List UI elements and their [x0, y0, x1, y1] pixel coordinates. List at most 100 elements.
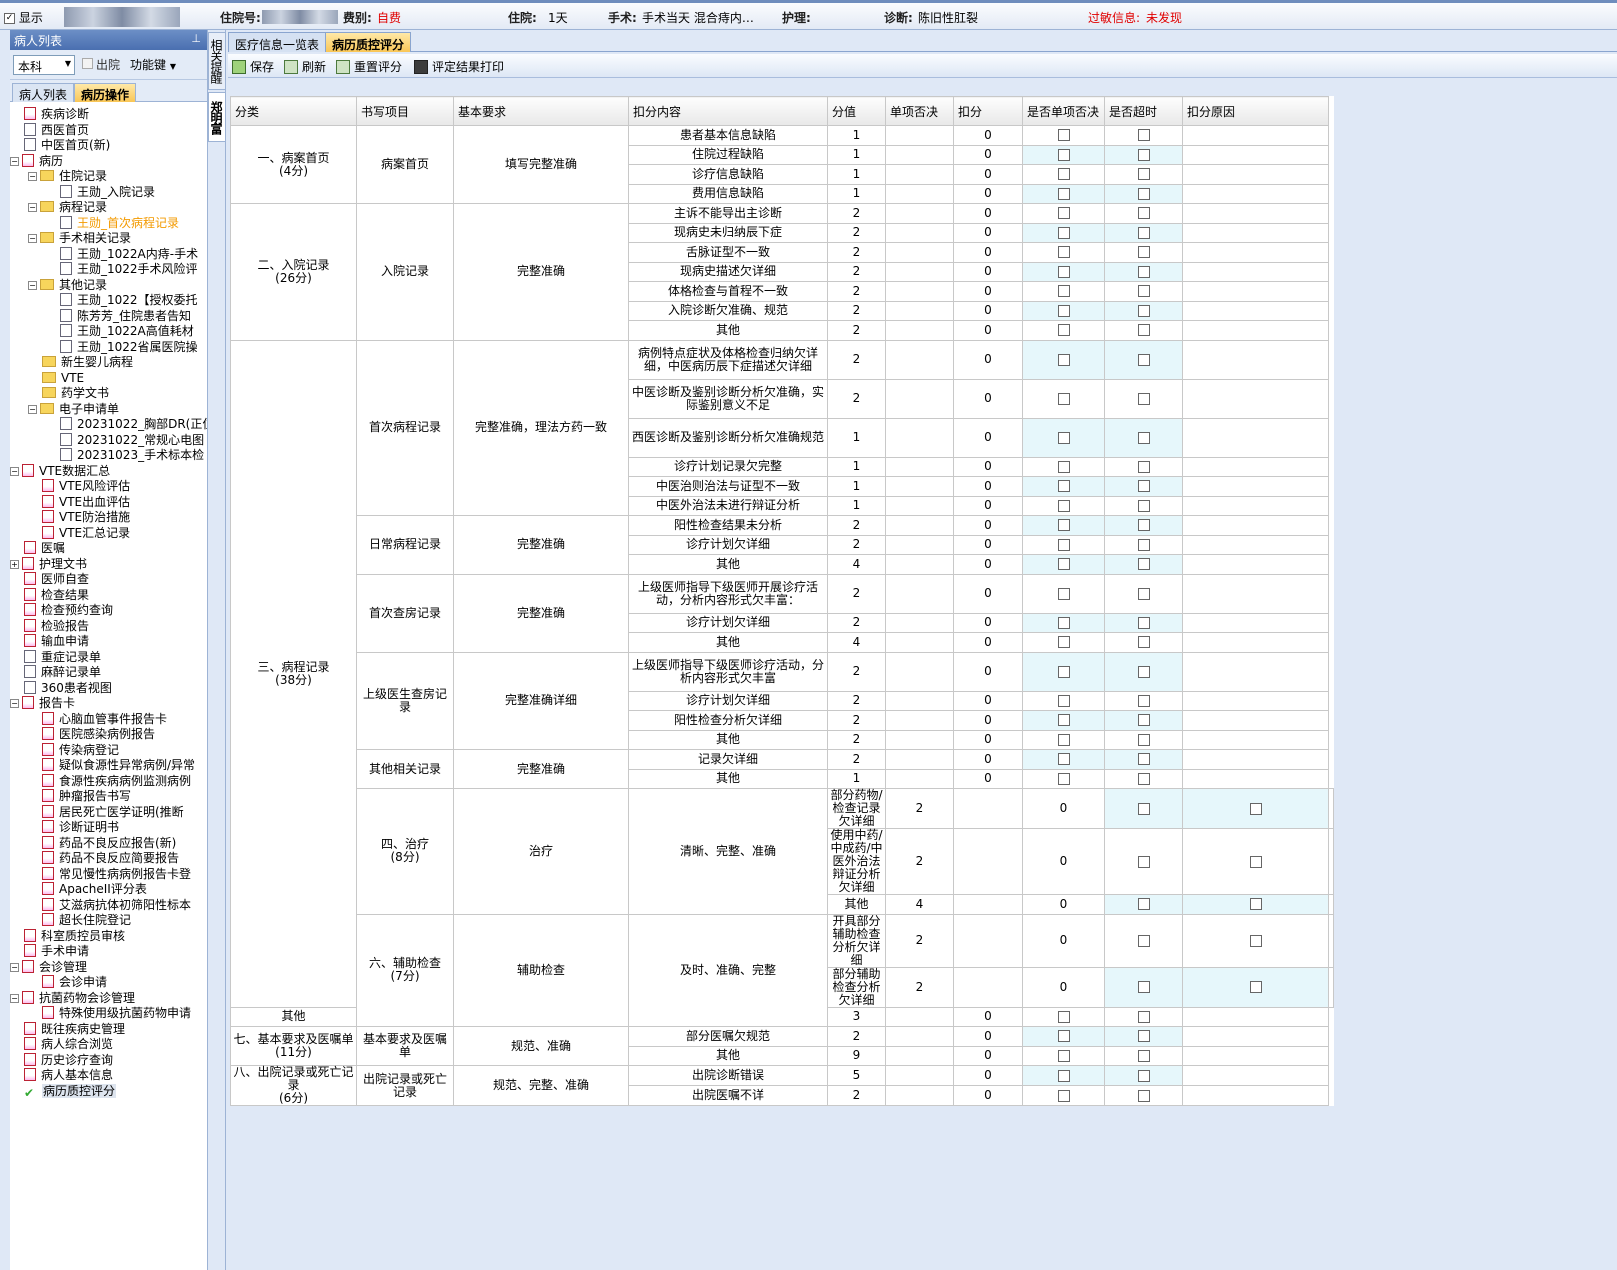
single-veto-checkbox[interactable] [1137, 802, 1150, 815]
tab-medical-info-overview[interactable]: 医疗信息一览表 [228, 32, 327, 52]
overtime-checkbox[interactable] [1137, 558, 1150, 571]
overtime-checkbox[interactable] [1249, 981, 1262, 993]
overtime-checkbox[interactable] [1137, 304, 1150, 317]
overtime-checkbox[interactable] [1137, 1010, 1150, 1023]
tree-item[interactable]: 360患者视图 [24, 680, 113, 696]
single-veto-checkbox[interactable] [1057, 304, 1070, 317]
deduct-cell[interactable]: 0 [953, 729, 1023, 750]
single-veto-cell[interactable] [885, 632, 954, 653]
single-veto-cell[interactable] [885, 1006, 954, 1027]
single-veto-checkbox[interactable] [1057, 460, 1070, 473]
deduction-reason-cell[interactable] [1182, 1006, 1329, 1027]
deduction-reason-cell[interactable] [1328, 894, 1334, 915]
deduction-reason-cell[interactable] [1182, 222, 1329, 243]
deduction-reason-cell[interactable] [1182, 515, 1329, 536]
single-veto-cell[interactable] [885, 651, 954, 692]
single-veto-checkbox[interactable] [1137, 934, 1150, 947]
collapse-icon[interactable]: − [28, 234, 37, 243]
single-veto-checkbox[interactable] [1057, 733, 1070, 746]
single-veto-checkbox[interactable] [1057, 1069, 1070, 1082]
overtime-checkbox[interactable] [1137, 1030, 1150, 1043]
tree-item[interactable]: 常见慢性病病例报告卡登 [42, 866, 192, 882]
single-veto-cell[interactable] [885, 320, 954, 341]
tree-item[interactable]: 肿瘤报告书写 [42, 788, 132, 804]
single-veto-cell[interactable] [885, 554, 954, 575]
save-button[interactable]: 保存 [232, 58, 274, 75]
single-veto-cell[interactable] [953, 966, 1023, 1008]
overtime-checkbox[interactable] [1249, 855, 1262, 868]
single-veto-cell[interactable] [885, 729, 954, 750]
collapse-icon[interactable]: − [10, 466, 19, 476]
tree-item[interactable]: 历史诊疗查询 [24, 1052, 114, 1068]
deduction-reason-cell[interactable] [1182, 554, 1329, 575]
single-veto-cell[interactable] [885, 573, 954, 614]
print-result-button[interactable]: 评定结果打印 [414, 58, 504, 75]
overtime-checkbox[interactable] [1137, 636, 1150, 649]
single-veto-cell[interactable] [885, 164, 954, 185]
deduction-reason-cell[interactable] [1182, 456, 1329, 477]
deduct-cell[interactable]: 0 [953, 203, 1023, 224]
tree-item[interactable]: 传染病登记 [42, 742, 120, 758]
overtime-checkbox[interactable] [1137, 431, 1150, 444]
deduct-cell[interactable]: 0 [953, 651, 1023, 692]
tree-item[interactable]: 检查结果 [24, 587, 90, 603]
collapse-icon[interactable]: − [28, 172, 37, 181]
single-veto-cell[interactable] [953, 788, 1023, 829]
deduction-reason-cell[interactable] [1182, 1026, 1329, 1047]
tree-item[interactable]: − 其他记录 [28, 277, 108, 293]
overtime-checkbox[interactable] [1137, 265, 1150, 278]
deduction-reason-cell[interactable] [1182, 651, 1329, 692]
deduct-cell[interactable]: 0 [953, 1065, 1023, 1086]
single-veto-checkbox[interactable] [1057, 616, 1070, 629]
single-veto-checkbox[interactable] [1057, 694, 1070, 707]
discharged-checkbox[interactable] [82, 58, 93, 69]
deduct-cell[interactable]: 0 [1022, 966, 1105, 1008]
tree-item[interactable]: 输血申请 [24, 633, 90, 649]
tree-item[interactable]: 药学文书 [42, 385, 110, 401]
overtime-checkbox[interactable] [1137, 665, 1150, 678]
single-veto-checkbox[interactable] [1057, 1010, 1070, 1023]
deduction-reason-cell[interactable] [1328, 788, 1334, 829]
tree-item[interactable]: 药品不良反应简要报告 [42, 850, 180, 866]
deduct-cell[interactable]: 0 [953, 1045, 1023, 1066]
single-veto-checkbox[interactable] [1137, 855, 1150, 868]
tree-item[interactable]: 20231022_胸部DR(正位 [60, 416, 207, 432]
deduction-reason-cell[interactable] [1182, 339, 1329, 380]
single-veto-checkbox[interactable] [1057, 1049, 1070, 1062]
tree-item[interactable]: 检验报告 [24, 618, 90, 634]
refresh-button[interactable]: 刷新 [284, 58, 326, 75]
deduct-cell[interactable]: 0 [953, 164, 1023, 185]
tree-item[interactable]: 王勋_首次病程记录 [60, 215, 180, 231]
single-veto-cell[interactable] [885, 476, 954, 497]
single-veto-checkbox[interactable] [1057, 1030, 1070, 1043]
tab-patient-list[interactable]: 病人列表 [12, 83, 75, 102]
deduct-cell[interactable]: 0 [1022, 913, 1105, 968]
overtime-checkbox[interactable] [1137, 733, 1150, 746]
collapse-icon[interactable]: − [28, 280, 37, 290]
single-veto-checkbox[interactable] [1057, 431, 1070, 444]
single-veto-checkbox[interactable] [1137, 898, 1150, 911]
table-row[interactable]: 四、治疗 (8分) 治疗 清晰、完整、准确 部分药物/检查记录欠详细 2 0 [231, 788, 1334, 915]
tree-item[interactable]: 检查预约查询 [24, 602, 114, 618]
deduction-reason-cell[interactable] [1182, 476, 1329, 497]
deduct-cell[interactable]: 0 [953, 456, 1023, 477]
deduct-cell[interactable]: 0 [953, 768, 1023, 789]
tree-item[interactable]: − 住院记录 [28, 168, 108, 184]
deduction-reason-cell[interactable] [1182, 281, 1329, 302]
tree-item[interactable]: 诊断证明书 [42, 819, 120, 835]
tree-item[interactable]: 心脑血管事件报告卡 [42, 711, 168, 727]
single-veto-cell[interactable] [885, 1065, 954, 1086]
tree-item[interactable]: VTE [42, 370, 85, 386]
overtime-checkbox[interactable] [1137, 1049, 1150, 1062]
column-header[interactable]: 扣分原因 [1182, 96, 1329, 126]
deduct-cell[interactable]: 0 [953, 183, 1023, 204]
deduction-reason-cell[interactable] [1182, 710, 1329, 731]
single-veto-cell[interactable] [885, 612, 954, 633]
deduction-reason-cell[interactable] [1328, 913, 1334, 968]
overtime-checkbox[interactable] [1249, 934, 1262, 947]
single-veto-checkbox[interactable] [1057, 480, 1070, 493]
deduct-cell[interactable]: 0 [953, 125, 1023, 146]
single-veto-cell[interactable] [953, 913, 1023, 968]
single-veto-checkbox[interactable] [1057, 538, 1070, 551]
single-veto-checkbox[interactable] [1057, 558, 1070, 571]
